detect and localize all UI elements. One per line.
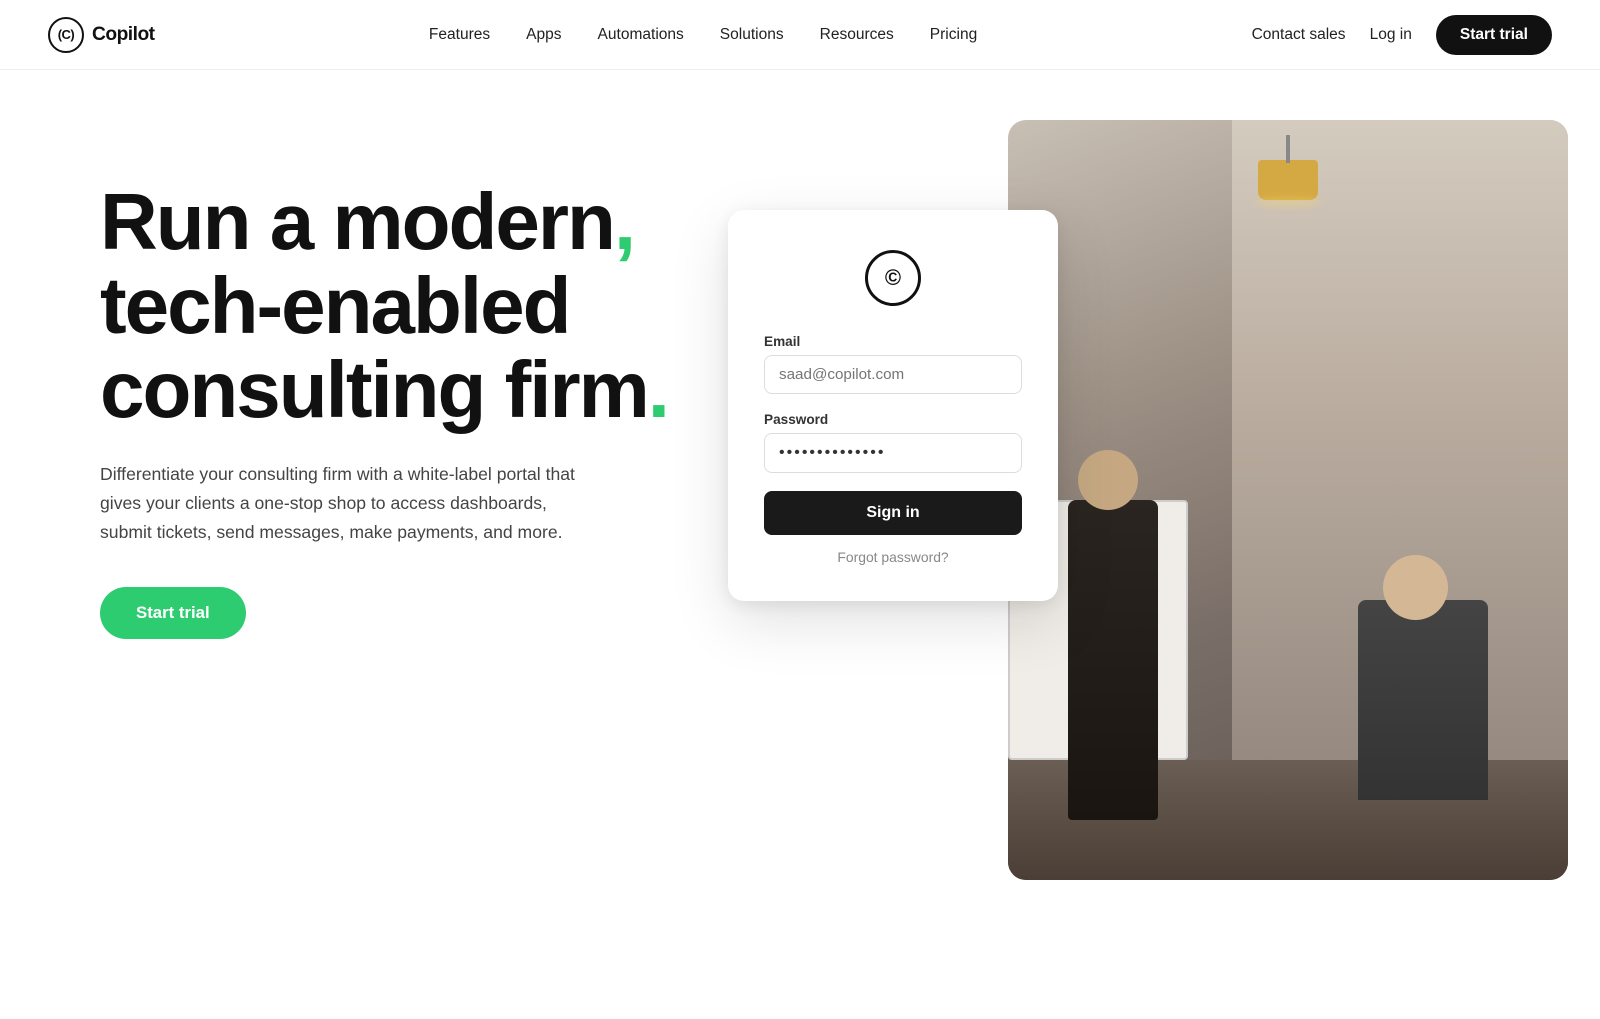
- email-label: Email: [764, 334, 1022, 349]
- hero-start-trial-button[interactable]: Start trial: [100, 587, 246, 639]
- logo-text: Copilot: [92, 24, 155, 46]
- person-standing: [1068, 500, 1158, 820]
- hero-headline: Run a modern, tech-enabled consulting fi…: [100, 180, 668, 432]
- card-logo-icon: ©: [865, 250, 921, 306]
- nav-right: Contact sales Log in Start trial: [1252, 15, 1552, 55]
- navbar: (C) Copilot Features Apps Automations So…: [0, 0, 1600, 70]
- login-link[interactable]: Log in: [1370, 26, 1412, 44]
- contact-sales-link[interactable]: Contact sales: [1252, 26, 1346, 44]
- hero-headline-line3: consulting firm.: [100, 345, 668, 434]
- card-logo: ©: [764, 250, 1022, 306]
- signin-button[interactable]: Sign in: [764, 491, 1022, 535]
- nav-links: Features Apps Automations Solutions Reso…: [429, 26, 977, 44]
- office-background: [1008, 120, 1568, 880]
- password-label: Password: [764, 412, 1022, 427]
- forgot-password-link[interactable]: Forgot password?: [764, 549, 1022, 565]
- logo-link[interactable]: (C) Copilot: [48, 17, 155, 53]
- email-field-group: Email: [764, 334, 1022, 412]
- person-sitting: [1358, 600, 1488, 800]
- nav-solutions[interactable]: Solutions: [720, 26, 784, 44]
- logo-icon: (C): [48, 17, 84, 53]
- hero-section: Run a modern, tech-enabled consulting fi…: [0, 70, 1600, 1019]
- nav-features[interactable]: Features: [429, 26, 490, 44]
- nav-resources[interactable]: Resources: [820, 26, 894, 44]
- hero-headline-line2: tech-enabled: [100, 261, 569, 350]
- hero-left: Run a modern, tech-enabled consulting fi…: [100, 150, 668, 639]
- nav-pricing[interactable]: Pricing: [930, 26, 977, 44]
- password-input[interactable]: [764, 433, 1022, 473]
- nav-automations[interactable]: Automations: [598, 26, 684, 44]
- login-card: © Email Password Sign in Forgot password…: [728, 210, 1058, 601]
- hero-description: Differentiate your consulting firm with …: [100, 460, 580, 547]
- hero-right: © Email Password Sign in Forgot password…: [728, 130, 1520, 830]
- ceiling-light: [1258, 160, 1318, 200]
- password-field-group: Password: [764, 412, 1022, 491]
- nav-start-trial-button[interactable]: Start trial: [1436, 15, 1552, 55]
- hero-headline-line1: Run a modern,: [100, 177, 634, 266]
- email-input[interactable]: [764, 355, 1022, 394]
- nav-apps[interactable]: Apps: [526, 26, 561, 44]
